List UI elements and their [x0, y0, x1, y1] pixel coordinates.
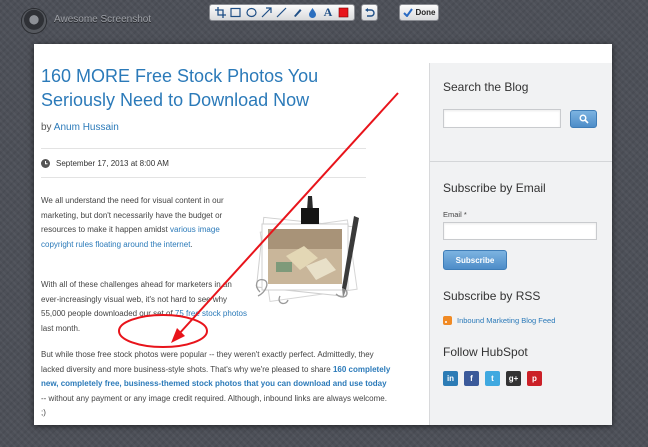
app-logo-icon — [22, 9, 46, 33]
arrow-icon[interactable] — [260, 6, 273, 19]
facebook-icon[interactable]: f — [464, 371, 479, 386]
annotation-toolbar: A — [209, 4, 355, 21]
ellipse-icon[interactable] — [245, 6, 258, 19]
byline-prefix: by — [41, 122, 52, 133]
paragraph: With all of these challenges ahead for m… — [41, 278, 251, 336]
paragraph: But while those free stock photos were p… — [41, 348, 391, 421]
done-button[interactable]: Done — [399, 4, 439, 21]
paragraph-end: . — [190, 239, 193, 249]
twitter-icon[interactable]: t — [485, 371, 500, 386]
checkmark-icon — [402, 8, 413, 17]
sidebar: Search the Blog Subscribe by Email Email… — [429, 63, 612, 425]
byline: by Anum Hussain — [41, 122, 119, 133]
search-button[interactable] — [570, 110, 597, 128]
free-stock-photos-link[interactable]: 75 free stock photos — [175, 309, 247, 318]
clock-icon — [41, 159, 50, 168]
pinterest-icon[interactable]: p — [527, 371, 542, 386]
captured-page: 160 MORE Free Stock Photos You Seriously… — [34, 44, 612, 425]
rectangle-icon[interactable] — [229, 6, 242, 19]
done-label: Done — [415, 8, 436, 17]
blog-article: 160 MORE Free Stock Photos You Seriously… — [34, 44, 427, 425]
email-field[interactable] — [443, 222, 597, 240]
line-icon[interactable] — [275, 6, 288, 19]
google-plus-icon[interactable]: g+ — [506, 371, 521, 386]
rss-feed-link[interactable]: Inbound Marketing Blog Feed — [443, 316, 555, 325]
blur-icon[interactable] — [306, 6, 319, 19]
app-title: Awesome Screenshot — [54, 14, 152, 25]
post-date: September 17, 2013 at 8:00 AM — [41, 159, 169, 168]
paragraph-end: last month. — [41, 323, 81, 333]
search-icon — [579, 114, 589, 124]
paragraph: We all understand the need for visual co… — [41, 194, 241, 252]
social-icons: in f t g+ p — [443, 371, 542, 386]
undo-icon — [365, 7, 375, 17]
app-topbar: Awesome Screenshot A Done — [0, 0, 648, 33]
divider — [430, 161, 612, 162]
linkedin-icon[interactable]: in — [443, 371, 458, 386]
paragraph-end: -- without any payment or any image cred… — [41, 393, 387, 418]
email-label: Email * — [443, 210, 467, 219]
subscribe-rss-title: Subscribe by RSS — [443, 289, 541, 303]
paragraph-text: But while those free stock photos were p… — [41, 350, 374, 374]
subscribe-email-title: Subscribe by Email — [443, 181, 546, 195]
divider — [41, 148, 366, 149]
text-tool-label: A — [323, 5, 333, 19]
follow-title: Follow HubSpot — [443, 345, 528, 359]
color-swatch-icon[interactable] — [337, 6, 350, 19]
author-link[interactable]: Anum Hussain — [54, 122, 119, 133]
stock-photos-illustration — [255, 196, 359, 305]
divider — [41, 177, 366, 178]
pen-icon[interactable] — [291, 6, 304, 19]
crop-icon[interactable] — [214, 6, 227, 19]
rss-icon — [443, 316, 452, 325]
post-title[interactable]: 160 MORE Free Stock Photos You Seriously… — [41, 64, 381, 112]
text-icon[interactable]: A — [321, 5, 334, 19]
search-title: Search the Blog — [443, 80, 529, 94]
subscribe-button[interactable]: Subscribe — [443, 250, 507, 270]
rss-feed-label: Inbound Marketing Blog Feed — [457, 316, 556, 325]
post-date-text: September 17, 2013 at 8:00 AM — [56, 159, 169, 168]
search-input[interactable] — [443, 109, 561, 128]
undo-button[interactable] — [361, 4, 378, 21]
